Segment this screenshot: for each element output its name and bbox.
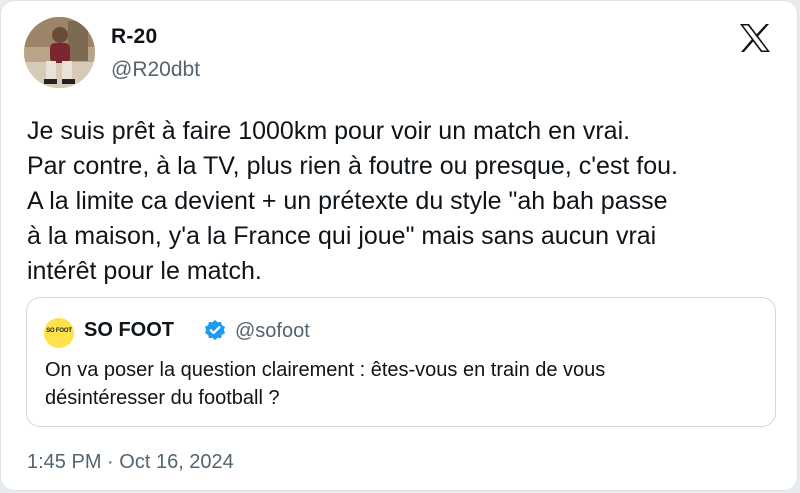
quoted-avatar-logo: SO FOOT [46, 328, 72, 334]
verified-badge-icon [204, 319, 226, 341]
tweet-line: à la maison, y'a la France qui joue" mai… [27, 222, 657, 250]
quoted-author-name[interactable]: SO FOOT [84, 319, 174, 342]
tweet-timestamp[interactable]: 1:45 PM · Oct 16, 2024 [27, 451, 234, 474]
quoted-line: désintéresser du football ? [45, 387, 280, 409]
tweet-line: Par contre, à la TV, plus rien à foutre … [27, 152, 678, 180]
tweet-time: 1:45 PM [27, 451, 102, 473]
tweet-card: R-20 @R20dbt Je suis prêt à faire 1000km… [0, 0, 798, 491]
x-logo-icon[interactable] [739, 23, 771, 53]
quoted-text: On va poser la question clairement : ête… [45, 356, 765, 412]
tweet-line: Je suis prêt à faire 1000km pour voir un… [27, 117, 631, 145]
quoted-tweet[interactable]: SO FOOT SO FOOT @sofoot On va poser la q… [26, 297, 776, 427]
tweet-text: Je suis prêt à faire 1000km pour voir un… [27, 114, 787, 289]
tweet-date: Oct 16, 2024 [119, 451, 234, 473]
tweet-line: intérêt pour le match. [27, 257, 262, 285]
author-handle[interactable]: @R20dbt [111, 58, 200, 82]
author-name[interactable]: R-20 [111, 25, 157, 49]
quoted-line: On va poser la question clairement : ête… [45, 359, 606, 381]
avatar[interactable] [24, 17, 95, 88]
quoted-author-handle[interactable]: @sofoot [235, 320, 310, 343]
quoted-avatar[interactable]: SO FOOT [44, 318, 74, 348]
tweet-line: A la limite ca devient + un prétexte du … [27, 187, 668, 215]
meta-separator: · [107, 451, 114, 473]
